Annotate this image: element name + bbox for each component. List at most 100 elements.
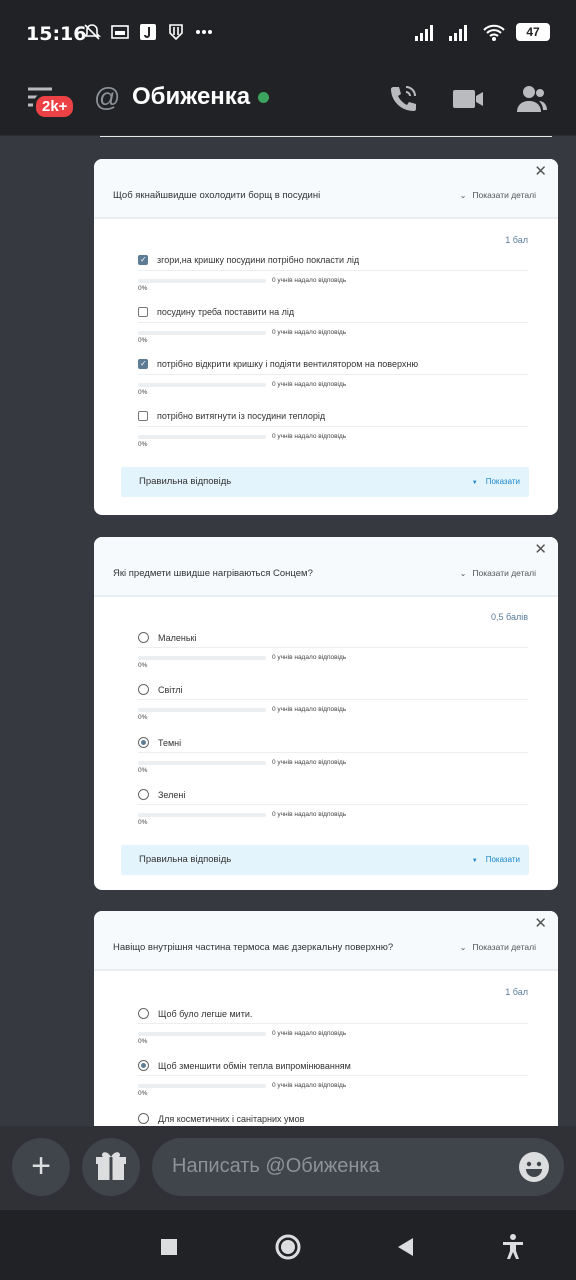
option-radio[interactable]: Щоб було легше мити.: [138, 1008, 252, 1019]
recents-square-icon[interactable]: [154, 1232, 184, 1262]
responses-count: 0 учнів надало відповідь: [272, 1082, 347, 1089]
show-details-toggle[interactable]: ⌄ Показати деталі: [460, 942, 536, 952]
percent-label: 0%: [138, 389, 148, 396]
option-label: Темні: [158, 737, 182, 748]
option-radio[interactable]: Зелені: [138, 789, 185, 800]
system-nav-bar: [0, 1210, 576, 1280]
option-checkbox[interactable]: потрібно відкрити кришку і подіяти венти…: [138, 359, 418, 369]
home-circle-icon[interactable]: [273, 1232, 303, 1262]
shield-icon: [169, 24, 183, 41]
question-text: Щоб якнайшвидше охолодити борщ в посудин…: [113, 190, 321, 201]
video-icon[interactable]: [451, 82, 485, 116]
score-label: 1 бал: [505, 235, 528, 245]
option-radio[interactable]: Щоб зменшити обмін тепла випромінюванням: [138, 1060, 351, 1071]
option-radio[interactable]: Світлі: [138, 684, 182, 695]
back-triangle-icon[interactable]: [391, 1232, 421, 1262]
percent-label: 0%: [138, 441, 148, 448]
option-radio[interactable]: Маленькі: [138, 632, 196, 643]
message-feed[interactable]: ✕ Щоб якнайшвидше охолодити борщ в посуд…: [0, 136, 576, 1128]
chevron-down-icon: ⌄: [459, 569, 467, 578]
option-checkbox[interactable]: потрібно витягнути із посудини теплорід: [138, 411, 325, 421]
divider: [138, 804, 528, 805]
phone-call-icon[interactable]: [386, 82, 420, 116]
wifi-icon: [483, 24, 505, 41]
checkbox-unchecked: [138, 307, 148, 317]
show-details-toggle[interactable]: ⌄ Показати деталі: [460, 190, 536, 200]
divider: [138, 752, 528, 753]
previous-card-edge: [100, 136, 552, 137]
percent-label: 0%: [138, 662, 148, 669]
chat-title[interactable]: Обиженка: [132, 83, 250, 111]
details-label: Показати деталі: [472, 568, 536, 578]
show-answer-button[interactable]: ▼ Показати: [472, 855, 520, 864]
option-label: Маленькі: [158, 632, 197, 643]
option-label: Для косметичних і санітарних умов: [158, 1113, 305, 1124]
battery-indicator: 47: [516, 23, 550, 41]
score-label: 1 бал: [505, 987, 528, 997]
signal-2-icon: [449, 25, 467, 41]
progress-bar: [138, 656, 266, 660]
radio-unselected: [138, 1008, 149, 1019]
progress-bar: [138, 1084, 266, 1088]
percent-label: 0%: [138, 819, 148, 826]
divider: [138, 699, 528, 700]
j-icon: [140, 24, 156, 40]
quiz-card: ✕ Щоб якнайшвидше охолодити борщ в посуд…: [94, 159, 558, 515]
option-label: посудину треба поставити на лід: [157, 307, 295, 317]
members-icon[interactable]: [515, 82, 549, 116]
progress-bar: [138, 279, 266, 283]
chevron-down-icon: ⌄: [459, 191, 467, 200]
option-radio[interactable]: Для косметичних і санітарних умов: [138, 1113, 304, 1124]
responses-count: 0 учнів надало відповідь: [272, 706, 347, 713]
close-icon[interactable]: ✕: [534, 162, 547, 180]
option-radio[interactable]: Темні: [138, 737, 181, 748]
at-icon: @: [94, 82, 121, 112]
progress-bar: [138, 331, 266, 335]
divider: [138, 322, 528, 323]
radio-selected: [138, 1060, 149, 1071]
more-dots-icon: [196, 30, 212, 34]
option-label: потрібно витягнути із посудини теплорід: [157, 411, 326, 421]
emoji-icon[interactable]: [518, 1151, 550, 1183]
option-label: Щоб зменшити обмін тепла випромінюванням: [158, 1060, 351, 1071]
option-checkbox[interactable]: посудину треба поставити на лід: [138, 307, 294, 317]
option-label: згори,на кришку посудини потрібно поклас…: [157, 255, 360, 265]
online-status-dot: [258, 92, 269, 103]
percent-label: 0%: [138, 1090, 148, 1097]
details-label: Показати деталі: [472, 942, 536, 952]
correct-answer-label: Правильна відповідь: [139, 854, 232, 865]
option-label: Зелені: [158, 789, 186, 800]
quiz-card-header: ✕ Щоб якнайшвидше охолодити борщ в посуд…: [94, 159, 558, 219]
radio-unselected: [138, 632, 149, 643]
show-answer-button[interactable]: ▼ Показати: [472, 477, 520, 486]
show-details-toggle[interactable]: ⌄ Показати деталі: [460, 568, 536, 578]
gift-icon: [96, 1152, 126, 1180]
gift-button[interactable]: [82, 1138, 140, 1196]
responses-count: 0 учнів надало відповідь: [272, 381, 347, 388]
message-composer: + Написать @Обиженка: [0, 1126, 576, 1210]
responses-count: 0 учнів надало відповідь: [272, 811, 347, 818]
accessibility-icon[interactable]: [498, 1232, 528, 1262]
quiz-card: ✕ Навіщо внутрішня частина термоса має д…: [94, 911, 558, 1128]
bed-icon: [111, 25, 129, 39]
quiz-card-header: ✕ Навіщо внутрішня частина термоса має д…: [94, 911, 558, 971]
option-label: Світлі: [158, 684, 183, 695]
divider: [138, 1075, 528, 1076]
close-icon[interactable]: ✕: [534, 540, 547, 558]
status-time: 15:16: [26, 23, 87, 45]
message-input[interactable]: Написать @Обиженка: [152, 1138, 564, 1196]
divider: [138, 426, 528, 427]
bell-off-icon: [83, 24, 101, 40]
radio-unselected: [138, 684, 149, 695]
option-label: Щоб було легше мити.: [158, 1008, 253, 1019]
percent-label: 0%: [138, 767, 148, 774]
plus-icon: +: [31, 1147, 51, 1185]
show-label: Показати: [485, 477, 520, 486]
option-checkbox[interactable]: згори,на кришку посудини потрібно поклас…: [138, 255, 359, 265]
quiz-card: ✕ Які предмети швидше нагріваються Сонце…: [94, 537, 558, 890]
radio-unselected: [138, 1113, 149, 1124]
responses-count: 0 учнів надало відповідь: [272, 1030, 347, 1037]
add-attachment-button[interactable]: +: [12, 1138, 70, 1196]
close-icon[interactable]: ✕: [534, 914, 547, 932]
radio-selected: [138, 737, 149, 748]
